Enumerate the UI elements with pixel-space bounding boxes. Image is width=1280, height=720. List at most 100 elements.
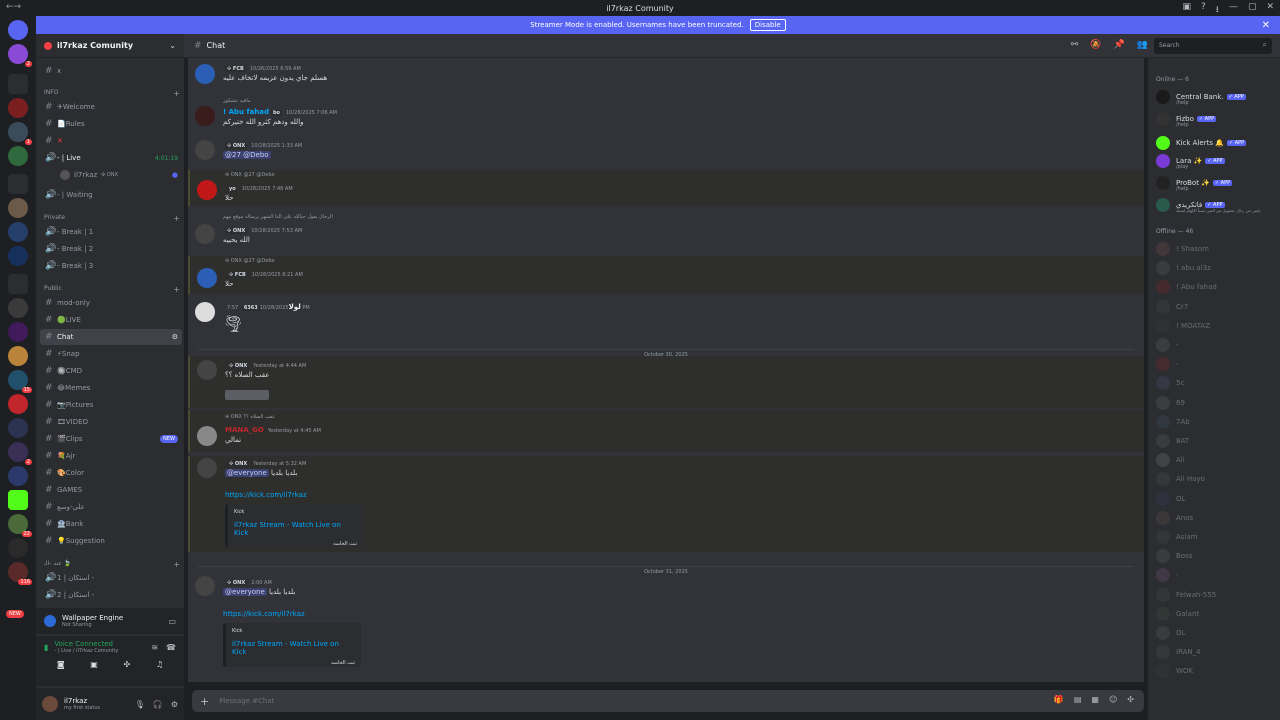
member-item[interactable]: -	[1156, 338, 1179, 352]
folder-icon[interactable]	[8, 174, 28, 194]
server-icon[interactable]	[8, 198, 28, 218]
member-item[interactable]: ! MOATAZ	[1156, 318, 1210, 333]
home-icon[interactable]	[8, 20, 28, 40]
username[interactable]: ! Abu fahad	[223, 108, 269, 116]
avatar[interactable]	[197, 180, 217, 200]
avatar[interactable]	[195, 140, 215, 160]
server-icon[interactable]	[8, 298, 28, 318]
pin-icon[interactable]: 📌	[1114, 40, 1125, 50]
gift-icon[interactable]: 🎁	[1054, 695, 1064, 704]
voice-channel-2[interactable]: 🔊 استكان | 2 -	[40, 587, 182, 603]
channel-welcome[interactable]: # ✈Welcome	[40, 99, 182, 115]
mute-icon[interactable]: 🔕	[1090, 40, 1101, 50]
camera-icon[interactable]: ◙	[57, 660, 65, 669]
member-item[interactable]: Anos	[1156, 510, 1193, 525]
member-item[interactable]: Aslam	[1156, 530, 1198, 544]
channel-ajr[interactable]: # 💐Ajr	[40, 448, 182, 464]
server-icon[interactable]	[8, 98, 28, 118]
member-item[interactable]: IRAN_4	[1156, 645, 1201, 660]
threads-icon[interactable]: ⚯	[1071, 40, 1079, 50]
avatar[interactable]	[42, 696, 58, 712]
server-icon[interactable]	[8, 346, 28, 366]
category-info[interactable]: INFO +	[44, 89, 180, 98]
avatar[interactable]	[197, 426, 217, 446]
channel-suggestion[interactable]: # 💡Suggestion	[40, 533, 182, 549]
channel-arabic[interactable]: # على-وسع	[40, 499, 182, 515]
username[interactable]: لولا	[289, 303, 301, 311]
channel-x2[interactable]: # ✕	[40, 133, 182, 149]
share-screen-icon[interactable]: ▣	[90, 660, 98, 669]
member-item[interactable]: OL	[1156, 626, 1185, 640]
avatar[interactable]	[195, 64, 215, 84]
members-icon[interactable]: 👥	[1137, 40, 1148, 50]
avatar[interactable]	[195, 302, 215, 322]
member-item[interactable]: Cr7	[1156, 299, 1188, 314]
channel-memes[interactable]: # 😂Memes	[40, 380, 182, 396]
server-icon[interactable]	[8, 146, 28, 166]
server-icon[interactable]	[8, 322, 28, 342]
member-item[interactable]: Galant	[1156, 606, 1199, 621]
channel-x[interactable]: # x	[40, 63, 182, 79]
member-item[interactable]: WOK	[1156, 664, 1193, 679]
channel-chat[interactable]: # Chat ⚙	[40, 329, 182, 345]
avatar[interactable]	[195, 224, 215, 244]
kick-server-icon[interactable]	[8, 490, 28, 510]
voice-channel-break-1[interactable]: 🔊 - Break | 1	[40, 224, 182, 240]
channel-video[interactable]: # 🎞VIDEO	[40, 414, 182, 430]
spoiler-block[interactable]	[225, 390, 269, 400]
server-icon[interactable]: 1	[8, 122, 32, 145]
reply-preview[interactable]: ✣ ONX @27 @Debo	[225, 258, 275, 264]
embed-title[interactable]: il7rkaz Stream - Watch Live on Kick	[232, 640, 355, 656]
server-icon[interactable]	[8, 222, 28, 242]
server-icon[interactable]	[8, 246, 28, 266]
member-item[interactable]: Central Bank. ✓ APP	[1156, 90, 1246, 104]
server-icon[interactable]	[8, 394, 28, 414]
voice-user[interactable]: il7rkaz ✣ ONX ●	[40, 167, 182, 183]
waveform-icon[interactable]: ≋	[151, 643, 158, 652]
member-item[interactable]: 7Ab	[1156, 414, 1190, 429]
server-icon[interactable]: 2	[8, 442, 32, 465]
server-icon[interactable]: 22	[8, 514, 32, 537]
sticker-icon[interactable]: ▦	[1091, 695, 1099, 704]
everyone-mention[interactable]: @everyone	[225, 469, 269, 477]
soundboard-icon[interactable]: ♫	[156, 660, 163, 669]
server-icon[interactable]: 116	[8, 562, 32, 585]
embed-title[interactable]: il7rkaz Stream - Watch Live on Kick	[234, 521, 357, 537]
emoji-icon[interactable]: ☺	[1109, 695, 1117, 704]
member-item[interactable]: 8AT	[1156, 434, 1189, 448]
avatar[interactable]	[197, 360, 217, 380]
chevron-down-icon[interactable]: ⌄	[169, 41, 176, 50]
channel-live[interactable]: # 🟢LIVE	[40, 312, 182, 328]
channel-pictures[interactable]: # 📷Pictures	[40, 397, 182, 413]
member-item[interactable]: 5c	[1156, 376, 1184, 391]
add-channel-icon[interactable]: +	[173, 214, 180, 223]
settings-icon[interactable]: ⚙	[172, 333, 178, 341]
screen-icon[interactable]: ▭	[168, 617, 176, 626]
server-header[interactable]: il7rkaz Comunity ⌄	[36, 34, 184, 58]
avatar[interactable]	[195, 576, 215, 596]
voice-channel-waiting[interactable]: 🔊 - | Waiting	[40, 187, 182, 203]
folder-icon[interactable]	[8, 274, 28, 294]
server-icon[interactable]	[8, 466, 28, 486]
avatar[interactable]	[197, 458, 217, 478]
apps-icon[interactable]: ✣	[1127, 695, 1134, 704]
reply-preview[interactable]: ✣ ONX عقب الصلاه ؟؟	[225, 414, 275, 420]
member-item[interactable]: 69	[1156, 395, 1185, 410]
kick-link[interactable]: https://kick.com/il7rkaz	[225, 491, 307, 499]
add-channel-icon[interactable]: +	[173, 285, 180, 294]
server-icon[interactable]: 15	[8, 370, 32, 393]
member-item[interactable]: Ali Hayo	[1156, 472, 1205, 487]
member-item[interactable]: ! Shasom	[1156, 242, 1209, 256]
member-item[interactable]: -	[1156, 568, 1179, 583]
microphone-icon[interactable]: 🎙	[135, 700, 145, 709]
headphones-icon[interactable]: 🎧	[153, 700, 163, 709]
member-item[interactable]: -	[1156, 357, 1179, 372]
member-item[interactable]: ! Abu fahad	[1156, 280, 1217, 295]
server-icon[interactable]	[8, 538, 28, 558]
gif-icon[interactable]: ▤	[1074, 695, 1082, 704]
member-item[interactable]: Boss	[1156, 549, 1192, 564]
voice-channel-1[interactable]: 🔊 استكان | 1 -	[40, 570, 182, 586]
chat-bubble-icon[interactable]: ●	[172, 171, 178, 179]
search-input[interactable]: Search ⌕	[1154, 38, 1272, 54]
kick-link[interactable]: https://kick.com/il7rkaz	[223, 610, 305, 618]
